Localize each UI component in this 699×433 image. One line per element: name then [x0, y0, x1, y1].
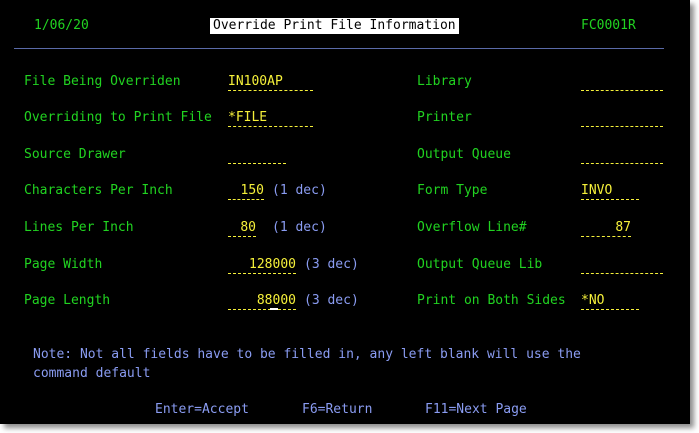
library-field[interactable]	[581, 74, 663, 91]
print-both-sides-label: Print on Both Sides	[417, 293, 566, 308]
source-drawer-field[interactable]	[228, 147, 286, 164]
lpi-decimal-hint: (1 dec)	[272, 220, 327, 235]
output-queue-lib-label: Output Queue Lib	[417, 257, 543, 272]
library-label: Library	[417, 74, 472, 89]
file-being-overriden-label: File Being Overriden	[24, 74, 181, 89]
program-id: FC0001R	[581, 18, 636, 33]
f6-return-key[interactable]: F6=Return	[302, 402, 372, 418]
note-line-1: Note: Not all fields have to be filled i…	[33, 347, 581, 362]
output-queue-field[interactable]	[581, 147, 663, 164]
note-line-2: command default	[33, 366, 151, 381]
overflow-line-label: Overflow Line#	[417, 220, 527, 235]
date-display: 1/06/20	[34, 18, 89, 33]
terminal-screen: 1/06/20 Override Print File Information …	[0, 0, 690, 424]
width-decimal-hint: (3 dec)	[304, 257, 359, 272]
printer-label: Printer	[417, 110, 472, 125]
page-width-label: Page Width	[24, 257, 103, 272]
file-being-overriden-field[interactable]: IN100AP	[228, 74, 313, 91]
f11-next-page-key[interactable]: F11=Next Page	[425, 402, 527, 418]
page-length-field[interactable]: 88000	[228, 293, 296, 310]
form-type-field[interactable]: INVO	[581, 183, 639, 200]
lines-per-inch-label: Lines Per Inch	[24, 220, 134, 235]
output-queue-label: Output Queue	[417, 147, 511, 162]
page-title: Override Print File Information	[210, 18, 459, 34]
characters-per-inch-field[interactable]: 150	[228, 183, 264, 200]
overflow-line-field[interactable]: 87	[581, 220, 631, 237]
overriding-print-file-label: Overriding to Print File	[24, 110, 212, 125]
enter-accept-key[interactable]: Enter=Accept	[155, 402, 249, 418]
characters-per-inch-label: Characters Per Inch	[24, 183, 173, 198]
print-both-sides-field[interactable]: *NO	[581, 293, 639, 310]
lines-per-inch-field[interactable]: 80	[228, 220, 256, 237]
length-decimal-hint: (3 dec)	[304, 293, 359, 308]
printer-field[interactable]	[581, 110, 663, 127]
form-type-label: Form Type	[417, 183, 488, 198]
page-width-field[interactable]: 128000	[228, 257, 296, 274]
overriding-print-file-field[interactable]: *FILE	[228, 110, 313, 127]
cpi-decimal-hint: (1 dec)	[272, 183, 327, 198]
page-length-label: Page Length	[24, 293, 111, 308]
source-drawer-label: Source Drawer	[24, 147, 126, 162]
header-separator	[14, 48, 664, 49]
output-queue-lib-field[interactable]	[581, 257, 663, 274]
text-cursor	[270, 308, 278, 310]
